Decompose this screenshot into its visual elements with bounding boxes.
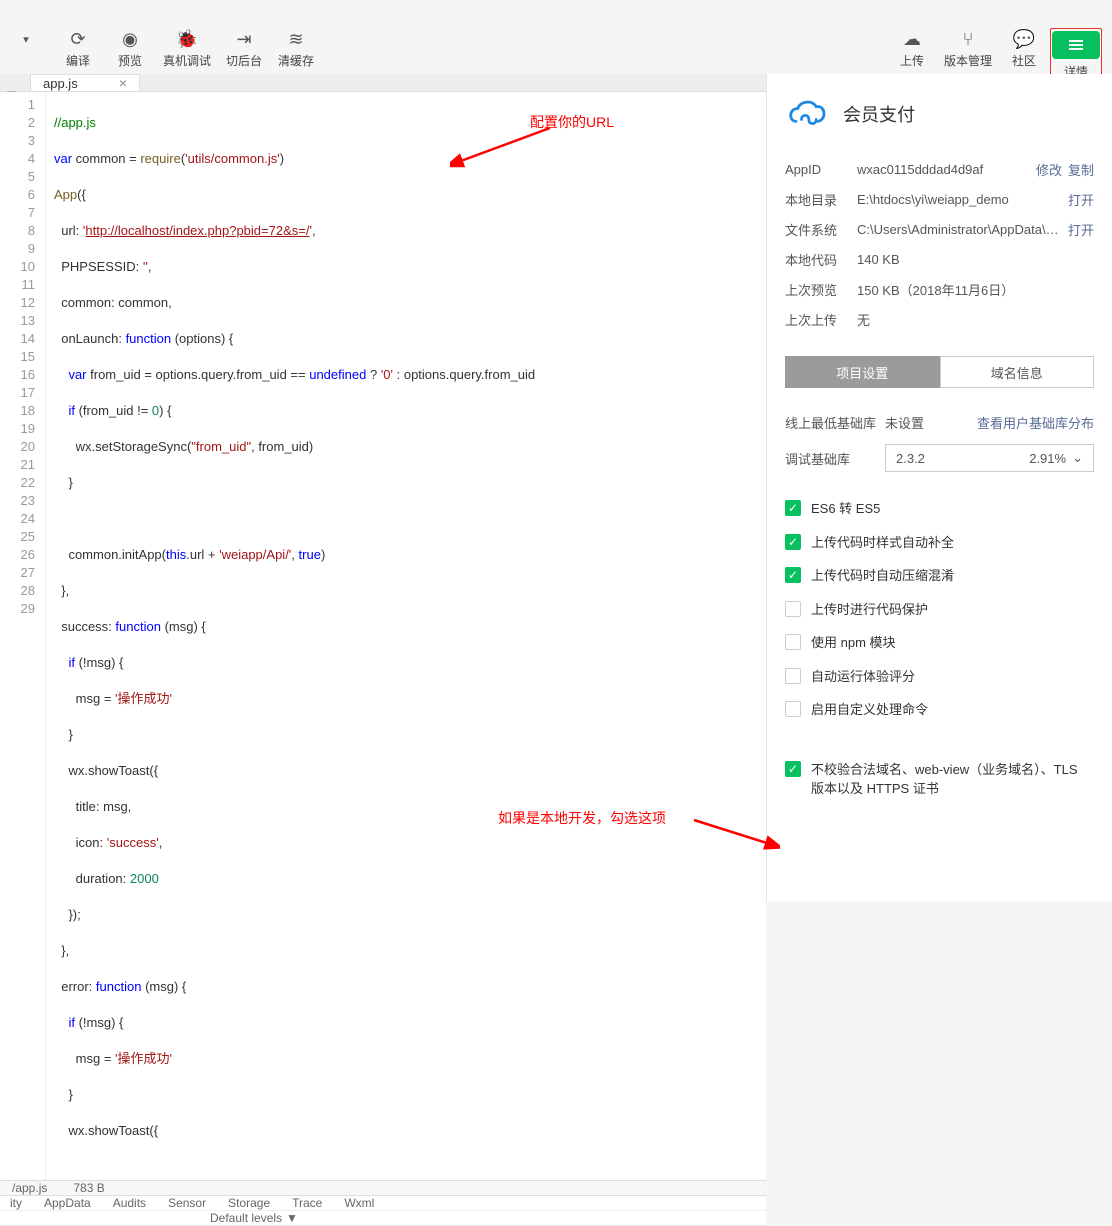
checkbox-icon[interactable] [785, 601, 801, 617]
project-info: AppID wxac0115dddad4d9af 修改 复制 本地目录 E:\h… [767, 146, 1112, 346]
checkbox-icon[interactable] [785, 668, 801, 684]
clear-cache-label: 清缓存 [278, 52, 314, 69]
status-path: /app.js [12, 1181, 47, 1195]
debug-lib-row: 调试基础库 2.3.2 2.91%⌄ [767, 440, 1112, 476]
check-autocomplete-style[interactable]: 上传代码时样式自动补全 [785, 526, 1094, 560]
check-npm[interactable]: 使用 npm 模块 [785, 626, 1094, 660]
preview-button[interactable]: ◉ 预览 [104, 28, 156, 69]
eye-icon: ◉ [122, 28, 138, 50]
check-es6[interactable]: ES6 转 ES5 [785, 492, 1094, 526]
layers-icon: ≋ [288, 28, 303, 50]
project-header: 会员支付 [767, 74, 1112, 146]
info-lastupload: 上次上传 无 [785, 304, 1094, 334]
branch-icon: ⑂ [963, 28, 974, 50]
check-auto-audit[interactable]: 自动运行体验评分 [785, 660, 1094, 694]
version-label: 版本管理 [944, 52, 992, 69]
check-code-protect[interactable]: 上传时进行代码保护 [785, 593, 1094, 627]
details-panel: 会员支付 AppID wxac0115dddad4d9af 修改 复制 本地目录… [766, 74, 1112, 901]
side-tabs: 项目设置 域名信息 [785, 356, 1094, 388]
checkbox-icon[interactable] [785, 761, 801, 777]
console-filter-bar: Default levels▼ [0, 1210, 766, 1226]
upload-label: 上传 [900, 52, 924, 69]
version-button[interactable]: ⑂ 版本管理 [938, 28, 998, 69]
checkbox-icon[interactable] [785, 634, 801, 650]
open-link[interactable]: 打开 [1068, 190, 1094, 209]
check-skip-domain-verify[interactable]: 不校验合法域名、web-view（业务域名）、TLS 版本以及 HTTPS 证书 [785, 753, 1094, 806]
devtools-tabs: ity AppData Audits Sensor Storage Trace … [0, 1195, 766, 1210]
checkbox-icon[interactable] [785, 500, 801, 516]
preview-label: 预览 [118, 52, 142, 69]
close-icon[interactable]: × [119, 75, 127, 91]
clear-cache-button[interactable]: ≋ 清缓存 [270, 28, 322, 69]
project-logo-icon [785, 92, 829, 136]
checkbox-icon[interactable] [785, 701, 801, 717]
compile-button[interactable]: ⟳ 编译 [52, 28, 104, 69]
devtools-tab[interactable]: ity [10, 1196, 22, 1210]
remote-debug-button[interactable]: 🐞 真机调试 [156, 28, 218, 69]
view-distribution-link[interactable]: 查看用户基础库分布 [977, 413, 1094, 432]
info-lastpreview: 上次预览 150 KB（2018年11月6日） [785, 274, 1094, 304]
tab-domain-info[interactable]: 域名信息 [940, 356, 1095, 388]
community-label: 社区 [1012, 52, 1036, 69]
mode-dropdown[interactable]: ▾ [0, 28, 52, 66]
background-button[interactable]: ⇥ 切后台 [218, 28, 270, 69]
line-numbers: 1234567891011121314151617181920212223242… [0, 92, 46, 1180]
devtools-tab[interactable]: Audits [113, 1196, 146, 1210]
upload-button[interactable]: ☁ 上传 [886, 28, 938, 69]
toolbar-left-group: ▾ ⟳ 编译 ◉ 预览 🐞 真机调试 ⇥ 切后台 ≋ 清缓存 [0, 28, 322, 69]
project-title: 会员支付 [843, 101, 915, 127]
devtools-tab[interactable]: AppData [44, 1196, 91, 1210]
open-link[interactable]: 打开 [1068, 220, 1094, 239]
file-tab-appjs[interactable]: app.js × [30, 74, 140, 91]
debug-lib-select[interactable]: 2.3.2 2.91%⌄ [885, 444, 1094, 472]
main-area: ⊟ app.js × 12345678910111213141516171819… [0, 74, 1112, 901]
checkbox-icon[interactable] [785, 534, 801, 550]
info-localcode: 本地代码 140 KB [785, 244, 1094, 274]
tab-project-settings[interactable]: 项目设置 [785, 356, 940, 388]
info-appid: AppID wxac0115dddad4d9af 修改 复制 [785, 154, 1094, 184]
devtools-tab[interactable]: Wxml [344, 1196, 374, 1210]
checkbox-icon[interactable] [785, 567, 801, 583]
copy-link[interactable]: 复制 [1068, 160, 1094, 179]
compile-label: 编译 [66, 52, 90, 69]
status-size: 783 B [73, 1181, 104, 1195]
background-icon: ⇥ [236, 28, 251, 50]
min-lib-row: 线上最低基础库 未设置 查看用户基础库分布 [767, 404, 1112, 440]
code-content[interactable]: //app.js var common = require('utils/com… [46, 92, 535, 1180]
info-localdir: 本地目录 E:\htdocs\yi\weiapp_demo 打开 [785, 184, 1094, 214]
info-filesys: 文件系统 C:\Users\Administrator\AppData\Loca… [785, 214, 1094, 244]
cloud-upload-icon: ☁ [903, 28, 921, 50]
chat-icon: 💬 [1013, 28, 1035, 50]
devtools-tab[interactable]: Storage [228, 1196, 270, 1210]
editor-column: ⊟ app.js × 12345678910111213141516171819… [0, 74, 766, 901]
bug-icon: 🐞 [176, 28, 198, 50]
code-editor[interactable]: 1234567891011121314151617181920212223242… [0, 92, 766, 1180]
settings-checkboxes: ES6 转 ES5 上传代码时样式自动补全 上传代码时自动压缩混淆 上传时进行代… [767, 476, 1112, 822]
devtools-tab[interactable]: Trace [292, 1196, 322, 1210]
editor-status-bar: /app.js 783 B [0, 1180, 766, 1195]
refresh-icon: ⟳ [70, 28, 85, 50]
chevron-down-icon: ⌄ [1072, 450, 1083, 466]
log-levels-dropdown[interactable]: Default levels▼ [210, 1211, 298, 1225]
check-auto-minify[interactable]: 上传代码时自动压缩混淆 [785, 559, 1094, 593]
background-label: 切后台 [226, 52, 262, 69]
community-button[interactable]: 💬 社区 [998, 28, 1050, 69]
top-toolbar: ▾ ⟳ 编译 ◉ 预览 🐞 真机调试 ⇥ 切后台 ≋ 清缓存 ☁ 上传 ⑂ [0, 0, 1112, 74]
remote-debug-label: 真机调试 [163, 52, 211, 69]
modify-link[interactable]: 修改 [1036, 160, 1062, 179]
file-tab-strip: app.js × [0, 74, 766, 92]
check-custom-command[interactable]: 启用自定义处理命令 [785, 693, 1094, 727]
devtools-tab[interactable]: Sensor [168, 1196, 206, 1210]
file-tab-label: app.js [43, 76, 78, 91]
